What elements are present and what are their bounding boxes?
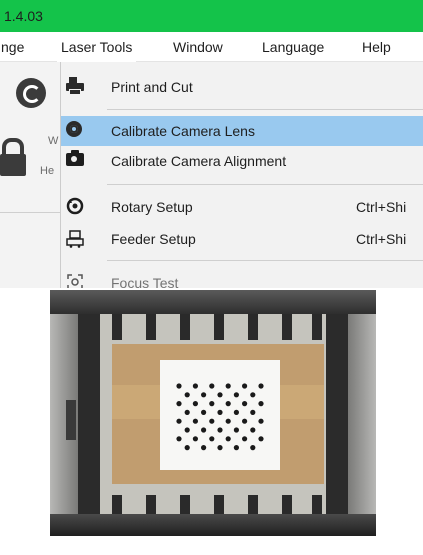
calibration-dot xyxy=(242,401,248,407)
bed-slat xyxy=(312,314,322,340)
bed-slat xyxy=(214,314,224,340)
menu-item-label: Calibrate Camera Lens xyxy=(111,123,255,139)
menu-item-label: Feeder Setup xyxy=(111,231,196,247)
menu-item-label: Calibrate Camera Alignment xyxy=(111,153,287,169)
menu-item-feeder-setup[interactable]: Feeder Setup Ctrl+Shi xyxy=(61,224,423,254)
focus-icon xyxy=(66,273,84,288)
calibration-dot xyxy=(233,392,239,398)
calibration-dot xyxy=(192,436,198,442)
calibration-dot xyxy=(209,418,215,424)
background-label-w: W xyxy=(48,135,59,147)
laser-tools-dropdown: Print and Cut Calibrate Camera Lens Cali… xyxy=(60,62,423,288)
calibration-dot xyxy=(250,392,256,398)
dot-grid-pattern xyxy=(176,383,264,451)
feeder-icon xyxy=(66,230,84,248)
bed-slat xyxy=(248,314,258,340)
menu-language[interactable]: Language xyxy=(262,32,324,62)
calibration-dot xyxy=(258,418,264,424)
calibration-dot xyxy=(201,445,207,451)
calibration-dot xyxy=(258,383,264,389)
bed-slat xyxy=(146,314,156,340)
calibration-dot xyxy=(250,409,256,415)
calibration-dot xyxy=(217,427,223,433)
menu-item-rotary-setup[interactable]: Rotary Setup Ctrl+Shi xyxy=(61,192,423,222)
calibration-dot xyxy=(184,445,190,451)
calibration-dot xyxy=(258,436,264,442)
menu-item-calibrate-camera-lens[interactable]: Calibrate Camera Lens xyxy=(61,116,423,146)
menu-item-label: Rotary Setup xyxy=(111,199,193,215)
menu-item-label: Print and Cut xyxy=(111,79,193,95)
menu-item-shortcut: Ctrl+Shi xyxy=(356,199,407,215)
calibration-dot xyxy=(250,427,256,433)
calibration-dot xyxy=(176,401,182,407)
menu-item-print-and-cut[interactable]: Print and Cut xyxy=(61,72,423,102)
calibration-dot xyxy=(225,436,231,442)
calibration-dot xyxy=(192,401,198,407)
rotary-icon xyxy=(66,197,84,215)
menu-item-label: Focus Test xyxy=(111,275,179,288)
menu-arrange[interactable]: nge xyxy=(1,32,24,62)
menu-separator xyxy=(107,260,423,261)
calibration-dot xyxy=(233,427,239,433)
calibration-dot xyxy=(209,383,215,389)
version-label: 1.4.03 xyxy=(4,8,43,24)
calibration-dot xyxy=(242,418,248,424)
frame-right xyxy=(348,290,376,536)
calibration-dot xyxy=(209,436,215,442)
menu-help[interactable]: Help xyxy=(362,32,391,62)
calibration-dot xyxy=(233,445,239,451)
calibration-dot xyxy=(242,383,248,389)
calibration-dot xyxy=(176,418,182,424)
lock-icon[interactable] xyxy=(0,138,26,178)
calibration-dot xyxy=(225,401,231,407)
rail-right xyxy=(326,314,348,514)
bed-slat xyxy=(180,314,190,340)
camera-icon xyxy=(66,150,84,166)
calibration-grid-photo xyxy=(50,290,376,536)
calibration-dot xyxy=(217,409,223,415)
menu-laser-tools[interactable]: Laser Tools xyxy=(57,32,137,62)
menu-item-calibrate-camera-alignment[interactable]: Calibrate Camera Alignment xyxy=(61,146,423,176)
background-divider xyxy=(0,212,60,213)
redo-icon[interactable] xyxy=(16,78,46,108)
calibration-dot xyxy=(233,409,239,415)
printer-icon xyxy=(66,77,84,95)
calibration-dot xyxy=(209,401,215,407)
bed-slat xyxy=(112,314,122,340)
frame-bottom xyxy=(50,514,376,536)
calibration-dot xyxy=(217,392,223,398)
calibration-dot xyxy=(258,401,264,407)
menu-separator xyxy=(107,109,423,110)
menu-window[interactable]: Window xyxy=(173,32,223,62)
calibration-dot xyxy=(184,427,190,433)
calibration-dot xyxy=(201,427,207,433)
screenshot-root: 1.4.03 nge Laser Tools Window Language H… xyxy=(0,0,423,555)
title-bar: 1.4.03 xyxy=(0,0,423,32)
background-label-he: He xyxy=(40,165,55,177)
calibration-dot xyxy=(192,418,198,424)
menu-separator xyxy=(107,184,423,185)
calibration-dot xyxy=(184,409,190,415)
calibration-dot xyxy=(201,392,207,398)
menu-screenshot: 1.4.03 nge Laser Tools Window Language H… xyxy=(0,0,423,288)
menu-item-shortcut: Ctrl+Shi xyxy=(356,231,407,247)
calibration-dot xyxy=(225,383,231,389)
lens-icon xyxy=(66,121,82,137)
menu-item-focus-test[interactable]: Focus Test xyxy=(61,268,423,288)
calibration-dot xyxy=(192,383,198,389)
menu-bar: nge Laser Tools Window Language Help xyxy=(0,32,423,62)
calibration-dot xyxy=(225,418,231,424)
bed-slat xyxy=(282,314,292,340)
calibration-dot xyxy=(176,383,182,389)
rail-left xyxy=(78,314,100,514)
side-bracket xyxy=(66,400,76,440)
calibration-dot xyxy=(250,445,256,451)
frame-top xyxy=(50,290,376,314)
calibration-dot xyxy=(242,436,248,442)
calibration-dot xyxy=(217,445,223,451)
calibration-dot xyxy=(201,409,207,415)
calibration-dot xyxy=(184,392,190,398)
calibration-dot xyxy=(176,436,182,442)
